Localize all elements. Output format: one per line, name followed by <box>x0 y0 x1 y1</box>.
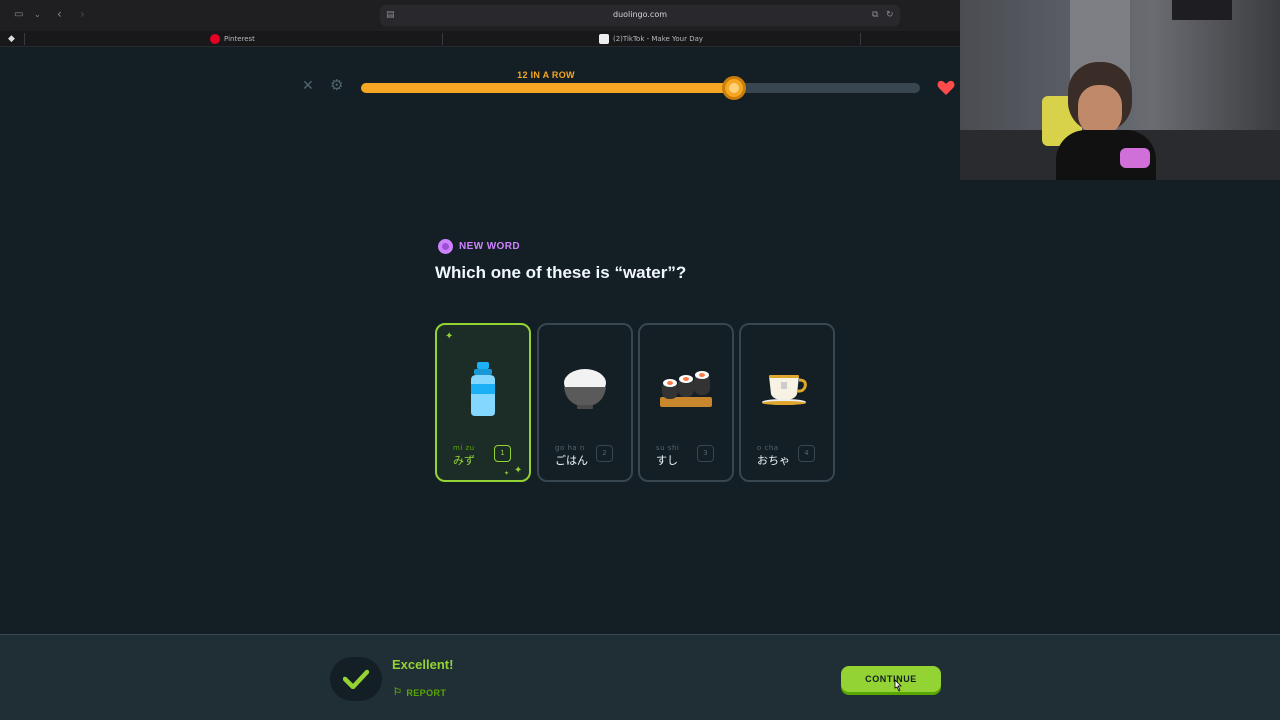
forward-arrow-icon[interactable]: › <box>80 8 85 20</box>
heart-icon <box>937 80 955 95</box>
report-button[interactable]: ⚐ REPORT <box>393 687 446 698</box>
option-key-hint: 3 <box>697 445 714 462</box>
new-word-badge: NEW WORD <box>438 239 520 254</box>
progress-bar-fill <box>361 83 736 93</box>
webcam-overlay <box>960 0 1280 180</box>
option-kana: すし <box>656 454 678 467</box>
tab-pinterest[interactable]: Pinterest <box>210 31 255 47</box>
translate-icon[interactable]: ⧉ <box>872 10 878 20</box>
new-word-icon <box>438 239 453 254</box>
option-kana: おちゃ <box>757 454 790 467</box>
tab-tiktok[interactable]: (2)TikTok - Make Your Day <box>599 31 703 47</box>
pinterest-icon <box>210 34 220 44</box>
sparkle-icon: ✦ <box>445 331 454 342</box>
option-key-hint: 2 <box>596 445 613 462</box>
pinned-tab-icon[interactable]: ◆ <box>8 34 15 44</box>
option-romaji: go ha n <box>555 444 585 452</box>
check-badge <box>330 657 382 701</box>
question-prompt: Which one of these is “water”? <box>435 263 687 282</box>
sushi-icon <box>640 361 732 416</box>
report-label: REPORT <box>406 687 447 698</box>
reload-icon[interactable]: ↻ <box>886 10 894 20</box>
check-icon <box>343 669 369 689</box>
option-romaji: mi zu <box>453 444 475 452</box>
tea-cup-icon <box>741 361 833 416</box>
option-kana: みず <box>453 454 475 467</box>
sparkle-icon: ✦ <box>504 470 510 477</box>
address-bar[interactable]: ▤ duolingo.com ⧉ ↻ <box>380 5 900 26</box>
option-card-ocha[interactable]: o cha おちゃ 4 <box>739 323 835 482</box>
tab-label: Pinterest <box>224 35 255 43</box>
mouse-cursor-icon <box>894 679 902 692</box>
streak-label: 12 IN A ROW <box>517 70 575 80</box>
sidebar-toggle-icon[interactable]: ▭ <box>14 10 23 20</box>
option-card-sushi[interactable]: su shi すし 3 <box>638 323 734 482</box>
tiktok-icon <box>599 34 609 44</box>
sparkle-icon: ✦ <box>514 465 523 476</box>
close-icon[interactable]: ✕ <box>302 79 314 93</box>
gear-icon[interactable]: ⚙ <box>330 78 343 93</box>
url-text: duolingo.com <box>612 10 668 19</box>
option-card-gohan[interactable]: go ha n ごはん 2 <box>537 323 633 482</box>
option-kana: ごはん <box>555 454 588 467</box>
result-message: Excellent! <box>392 657 454 672</box>
back-arrow-icon[interactable]: ‹ <box>57 8 62 20</box>
option-key-hint: 4 <box>798 445 815 462</box>
flag-icon: ⚐ <box>393 687 403 698</box>
badge-label: NEW WORD <box>459 241 520 252</box>
option-romaji: o cha <box>757 444 779 452</box>
water-bottle-icon <box>437 361 529 416</box>
continue-button[interactable]: CONTINUE <box>841 666 941 692</box>
option-key-hint: 1 <box>494 445 511 462</box>
tab-label: (2)TikTok - Make Your Day <box>613 35 704 43</box>
streak-indicator <box>722 76 746 100</box>
feedback-footer <box>0 634 1280 720</box>
rice-bowl-icon <box>539 361 631 416</box>
option-romaji: su shi <box>656 444 680 452</box>
option-card-mizu[interactable]: ✦ mi zu みず 1 ✦ ✦ <box>435 323 531 482</box>
progress-bar <box>361 83 920 93</box>
chevron-down-icon[interactable]: ⌄ <box>34 10 41 20</box>
